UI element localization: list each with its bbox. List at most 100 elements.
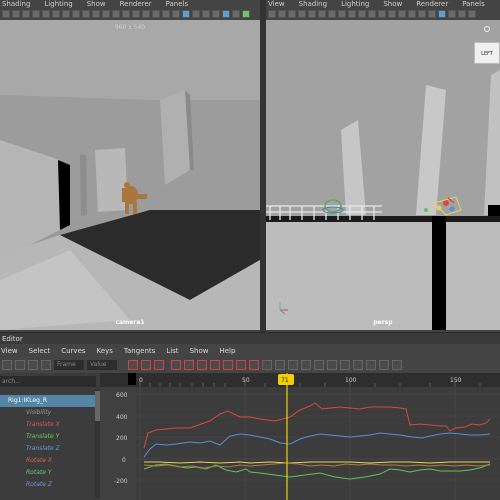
wireframe-icon[interactable] (378, 10, 386, 18)
grid-icon[interactable] (42, 10, 50, 18)
menu-keys[interactable]: Keys (97, 345, 113, 357)
wireframe-icon[interactable] (112, 10, 120, 18)
camera-icon[interactable] (268, 10, 276, 18)
menu-shading-right[interactable]: Shading (299, 0, 327, 8)
menu-show[interactable]: Show (190, 345, 209, 357)
ambient-occlusion-icon[interactable] (182, 10, 190, 18)
outliner-item[interactable]: Rotate X (0, 455, 96, 467)
depth-of-field-icon[interactable] (468, 10, 476, 18)
break-tangent-icon[interactable] (262, 360, 272, 370)
safe-title-icon[interactable] (368, 10, 376, 18)
lattice-icon[interactable] (28, 360, 38, 370)
resolution-gate-icon[interactable] (328, 10, 336, 18)
ambient-occlusion-icon[interactable] (438, 10, 446, 18)
outliner-item[interactable]: Visibility (0, 407, 96, 419)
outliner-item[interactable]: Rig1:IKLeg_R (0, 395, 96, 407)
outliner-item[interactable]: Translate Y (0, 431, 96, 443)
gate-mask-icon[interactable] (338, 10, 346, 18)
menu-panels-right[interactable]: Panels (462, 0, 485, 8)
outliner-item[interactable]: Translate X (0, 419, 96, 431)
camera-attr-icon[interactable] (12, 10, 20, 18)
bookmark-icon[interactable] (22, 10, 30, 18)
menu-show-left[interactable]: Show (87, 0, 106, 8)
translate-x-curve[interactable] (143, 402, 491, 449)
frame-field[interactable]: Frame (54, 360, 84, 370)
depth-of-field-icon[interactable] (212, 10, 220, 18)
persp-viewport[interactable]: LEFT persp (266, 20, 500, 330)
translate-y-curve[interactable] (144, 461, 490, 464)
isolate-select-icon[interactable] (222, 10, 230, 18)
menu-shading-left[interactable]: Shading (2, 0, 30, 8)
motion-blur-icon[interactable] (448, 10, 456, 18)
camera-attr-icon[interactable] (278, 10, 286, 18)
smooth-shade-icon[interactable] (122, 10, 130, 18)
menu-view[interactable]: View (1, 345, 18, 357)
menu-select[interactable]: Select (29, 345, 51, 357)
resolution-gate-icon[interactable] (62, 10, 70, 18)
curve-canvas[interactable]: 600 400 200 0 -200 0 50 100 150 71 (100, 373, 500, 500)
frame-all-icon[interactable] (128, 360, 138, 370)
smooth-shade-icon[interactable] (388, 10, 396, 18)
menu-view-right[interactable]: View (268, 0, 285, 8)
anti-aliasing-icon[interactable] (458, 10, 466, 18)
swap-buffer-icon[interactable] (327, 360, 337, 370)
wireframe-on-shaded-icon[interactable] (142, 10, 150, 18)
free-weight-icon[interactable] (288, 360, 298, 370)
viewcube-left-button[interactable]: LEFT (474, 42, 500, 64)
use-lights-icon[interactable] (162, 10, 170, 18)
clamped-tangent-icon[interactable] (197, 360, 207, 370)
range-start-marker[interactable] (128, 373, 136, 385)
value-field[interactable]: Value (87, 360, 117, 370)
menu-lighting-left[interactable]: Lighting (44, 0, 72, 8)
post-infinity-icon[interactable] (379, 360, 389, 370)
insert-key-icon[interactable] (15, 360, 25, 370)
image-plane-icon[interactable] (298, 10, 306, 18)
film-gate-icon[interactable] (318, 10, 326, 18)
use-lights-icon[interactable] (418, 10, 426, 18)
unify-tangent-icon[interactable] (275, 360, 285, 370)
pre-infinity-icon[interactable] (366, 360, 376, 370)
home-icon[interactable] (484, 26, 490, 32)
image-plane-icon[interactable] (32, 10, 40, 18)
default-material-icon[interactable] (398, 10, 406, 18)
menu-list[interactable]: List (166, 345, 178, 357)
menu-show-right[interactable]: Show (383, 0, 402, 8)
frame-playback-icon[interactable] (141, 360, 151, 370)
flat-tangent-icon[interactable] (223, 360, 233, 370)
safe-action-icon[interactable] (92, 10, 100, 18)
denormalize-icon[interactable] (353, 360, 363, 370)
plateau-tangent-icon[interactable] (249, 360, 259, 370)
menu-panels-left[interactable]: Panels (166, 0, 189, 8)
camera1-viewport[interactable]: 960 x 540 camera1 (0, 20, 260, 330)
center-time-icon[interactable] (154, 360, 164, 370)
grid-icon[interactable] (308, 10, 316, 18)
xray-joints-icon[interactable] (242, 10, 250, 18)
move-key-icon[interactable] (2, 360, 12, 370)
safe-action-icon[interactable] (358, 10, 366, 18)
translate-z-curve[interactable] (143, 432, 491, 458)
step-tangent-icon[interactable] (236, 360, 246, 370)
menu-renderer-left[interactable]: Renderer (120, 0, 152, 8)
bookmark-icon[interactable] (288, 10, 296, 18)
motion-blur-icon[interactable] (192, 10, 200, 18)
xray-icon[interactable] (232, 10, 240, 18)
anti-aliasing-icon[interactable] (202, 10, 210, 18)
spline-tangent-icon[interactable] (184, 360, 194, 370)
menu-curves[interactable]: Curves (61, 345, 85, 357)
curve-snap-icon[interactable] (392, 360, 402, 370)
menu-lighting-right[interactable]: Lighting (341, 0, 369, 8)
auto-tangent-icon[interactable] (171, 360, 181, 370)
linear-tangent-icon[interactable] (210, 360, 220, 370)
safe-title-icon[interactable] (102, 10, 110, 18)
gate-mask-icon[interactable] (72, 10, 80, 18)
field-chart-icon[interactable] (82, 10, 90, 18)
camera-icon[interactable] (2, 10, 10, 18)
buffer-curve-icon[interactable] (314, 360, 324, 370)
graph-area[interactable]: 600 400 200 0 -200 0 50 100 150 71 (100, 373, 500, 500)
film-gate-icon[interactable] (52, 10, 60, 18)
region-icon[interactable] (41, 360, 51, 370)
textured-icon[interactable] (152, 10, 160, 18)
field-chart-icon[interactable] (348, 10, 356, 18)
outliner-item[interactable]: Rotate Z (0, 479, 96, 491)
outliner-item[interactable]: Translate Z (0, 443, 96, 455)
